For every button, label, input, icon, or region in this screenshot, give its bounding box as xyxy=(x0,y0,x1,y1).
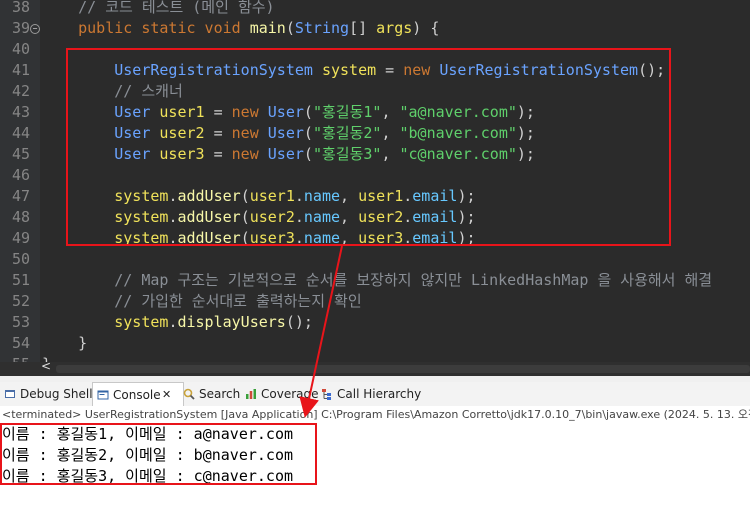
annotation-arrow xyxy=(299,245,343,418)
arrow-line xyxy=(299,245,343,418)
